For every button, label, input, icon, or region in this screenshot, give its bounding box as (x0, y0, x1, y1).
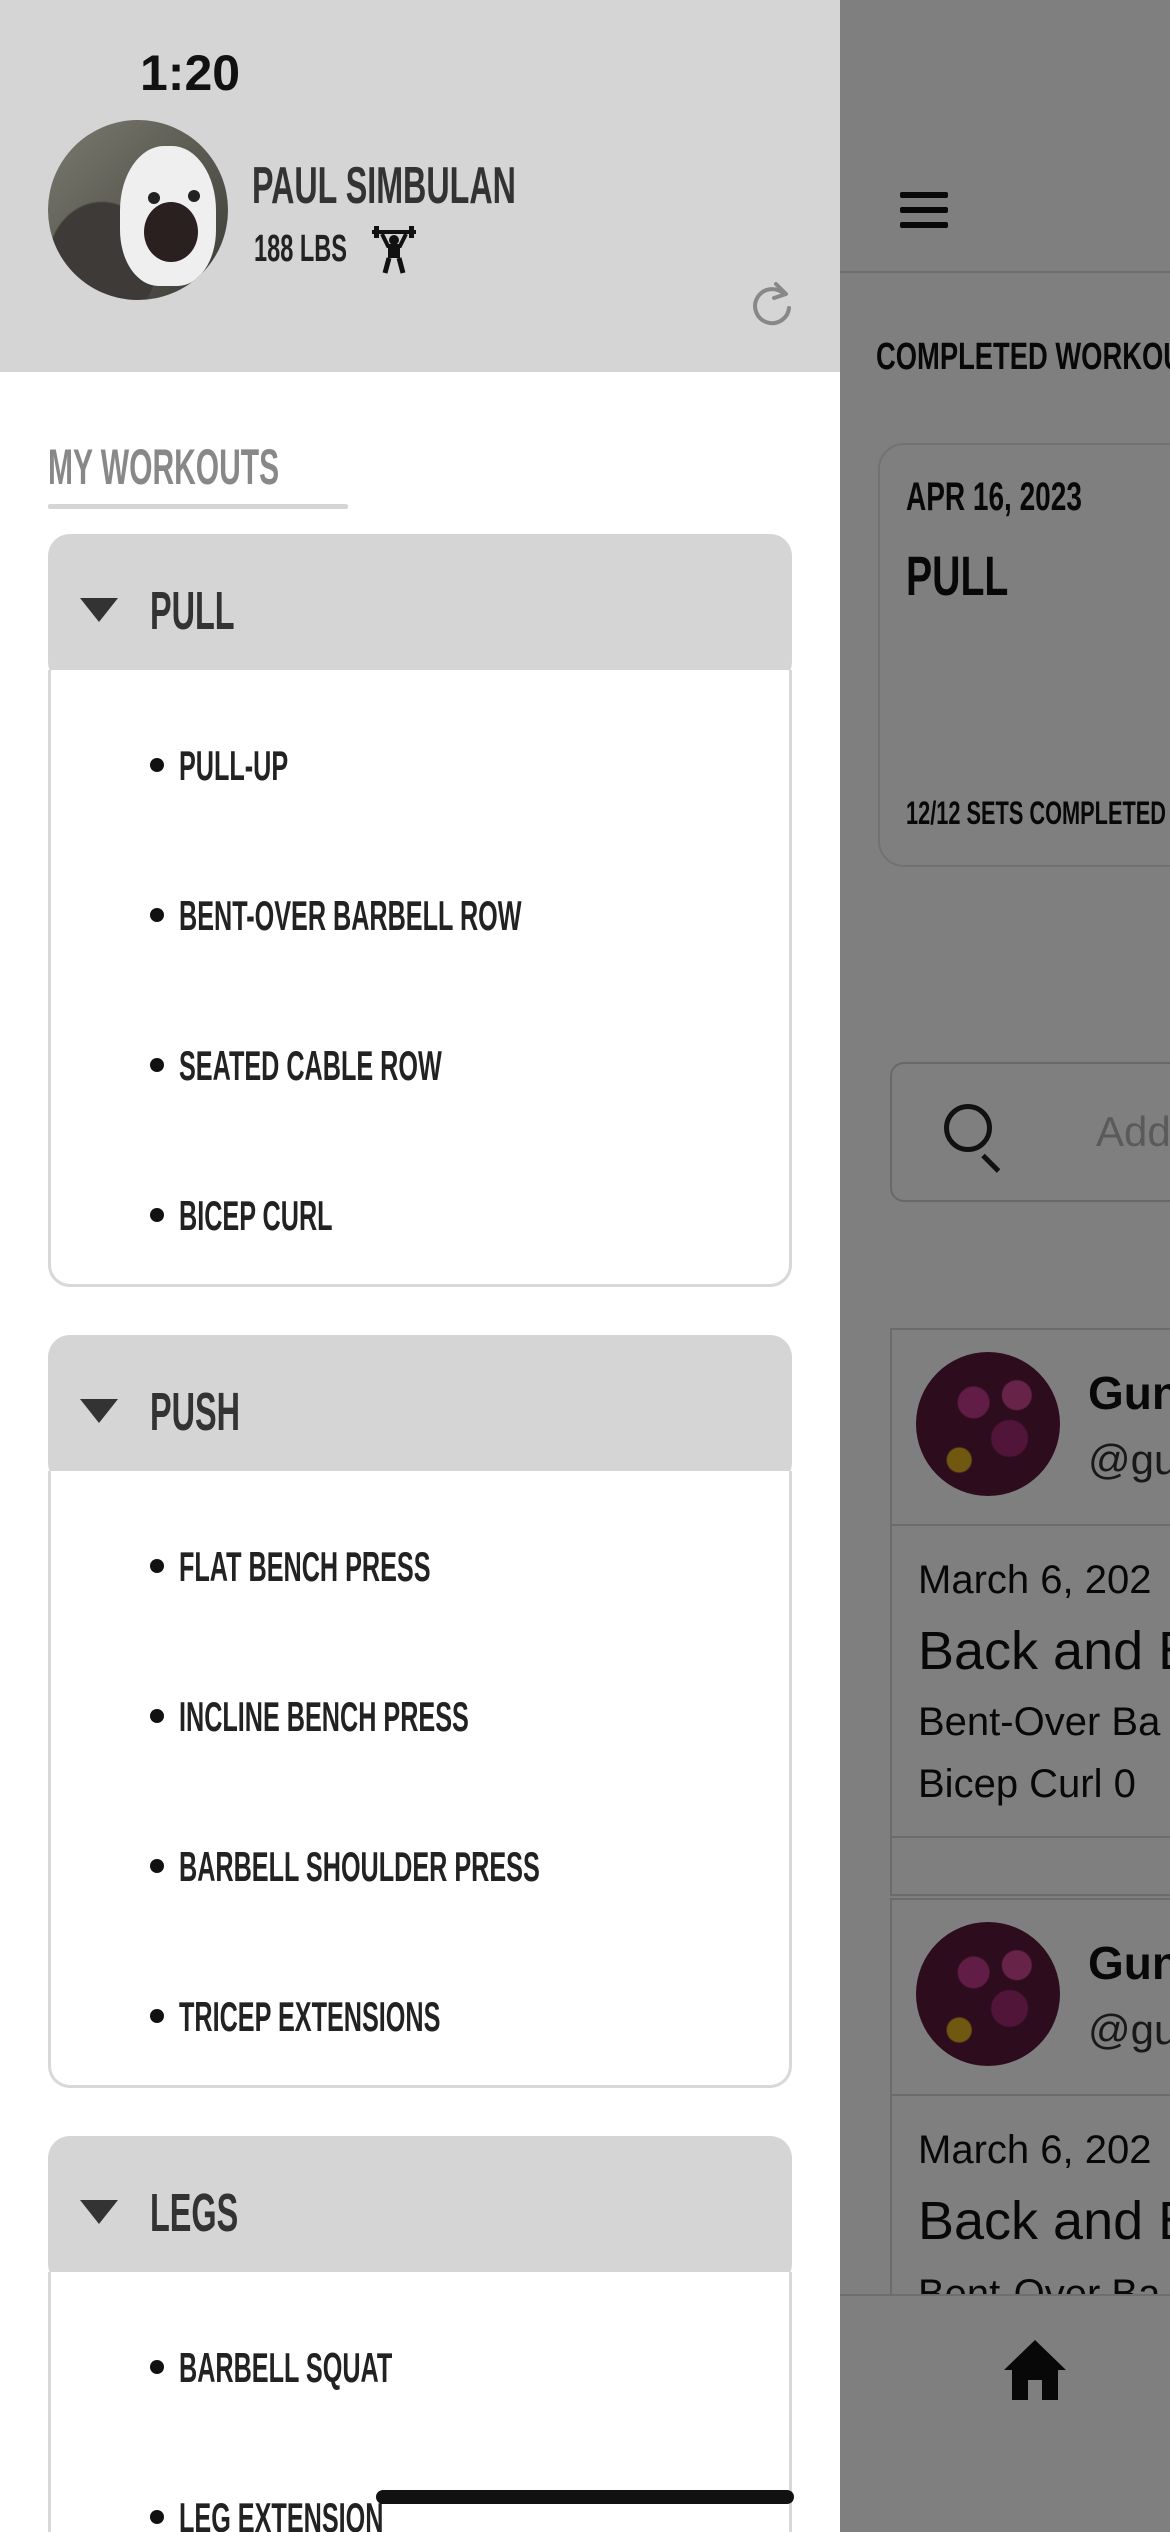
bullet (150, 2009, 164, 2023)
triangle-down-icon (80, 1399, 118, 1423)
bullet (150, 1559, 164, 1573)
profile-weight: 188 LBS (254, 228, 347, 270)
group-exercises: FLAT BENCH PRESS INCLINE BENCH PRESS BAR… (48, 1471, 792, 2088)
exercise-item[interactable]: LEG EXTENSION (51, 2436, 789, 2532)
group-title: PULL (150, 581, 235, 641)
group-header-legs[interactable]: LEGS (48, 2136, 792, 2286)
dog-eye (148, 192, 160, 204)
profile-header: 1:20 PAUL SIMBULAN 188 LBS (0, 0, 840, 372)
group-title: PUSH (150, 1382, 241, 1442)
group-header-push[interactable]: PUSH (48, 1335, 792, 1485)
exercise-label: BENT-OVER BARBELL ROW (179, 892, 522, 939)
exercise-label: INCLINE BENCH PRESS (179, 1693, 469, 1740)
exercise-label: LEG EXTENSION (179, 2494, 384, 2532)
exercise-label: FLAT BENCH PRESS (179, 1543, 431, 1590)
exercise-item[interactable]: BICEP CURL (51, 1134, 789, 1284)
exercise-item[interactable]: PULL-UP (51, 684, 789, 834)
profile-avatar[interactable] (48, 120, 228, 300)
dog-eye (188, 190, 200, 202)
group-header-pull[interactable]: PULL (48, 534, 792, 684)
group-exercises: PULL-UP BENT-OVER BARBELL ROW SEATED CAB… (48, 670, 792, 1287)
bullet (150, 1709, 164, 1723)
exercise-item[interactable]: BARBELL SHOULDER PRESS (51, 1785, 789, 1935)
exercise-label: TRICEP EXTENSIONS (179, 1993, 441, 2040)
exercise-label: BARBELL SQUAT (179, 2344, 393, 2391)
exercise-label: BICEP CURL (179, 1192, 333, 1239)
weightlifter-icon (372, 226, 416, 274)
bullet (150, 2360, 164, 2374)
exercise-label: BARBELL SHOULDER PRESS (179, 1843, 540, 1890)
home-indicator[interactable] (376, 2490, 794, 2504)
workout-group-pull: PULL PULL-UP BENT-OVER BARBELL ROW SEATE… (48, 534, 792, 1287)
exercise-item[interactable]: BARBELL SQUAT (51, 2286, 789, 2436)
my-workouts-title: MY WORKOUTS (48, 439, 280, 495)
bullet (150, 2510, 164, 2524)
group-title: LEGS (150, 2183, 239, 2243)
exercise-item[interactable]: TRICEP EXTENSIONS (51, 1935, 789, 2085)
side-drawer: 1:20 PAUL SIMBULAN 188 LBS MY WORKOUTS P… (0, 0, 840, 2532)
exercise-label: PULL-UP (179, 742, 289, 789)
workout-group-legs: LEGS BARBELL SQUAT LEG EXTENSION (48, 2136, 792, 2532)
exercise-item[interactable]: INCLINE BENCH PRESS (51, 1635, 789, 1785)
exercise-label: SEATED CABLE ROW (179, 1042, 442, 1089)
dog-snout (144, 202, 198, 262)
bullet (150, 1859, 164, 1873)
workout-group-push: PUSH FLAT BENCH PRESS INCLINE BENCH PRES… (48, 1335, 792, 2088)
bullet (150, 1208, 164, 1222)
bullet (150, 1058, 164, 1072)
exercise-item[interactable]: BENT-OVER BARBELL ROW (51, 834, 789, 984)
exercise-item[interactable]: FLAT BENCH PRESS (51, 1485, 789, 1635)
bullet (150, 758, 164, 772)
bullet (150, 908, 164, 922)
section-underline (48, 504, 348, 509)
exercise-item[interactable]: SEATED CABLE ROW (51, 984, 789, 1134)
triangle-down-icon (80, 2200, 118, 2224)
refresh-icon[interactable] (748, 278, 796, 330)
status-time: 1:20 (140, 45, 241, 101)
triangle-down-icon (80, 598, 118, 622)
profile-name: PAUL SIMBULAN (252, 157, 516, 215)
